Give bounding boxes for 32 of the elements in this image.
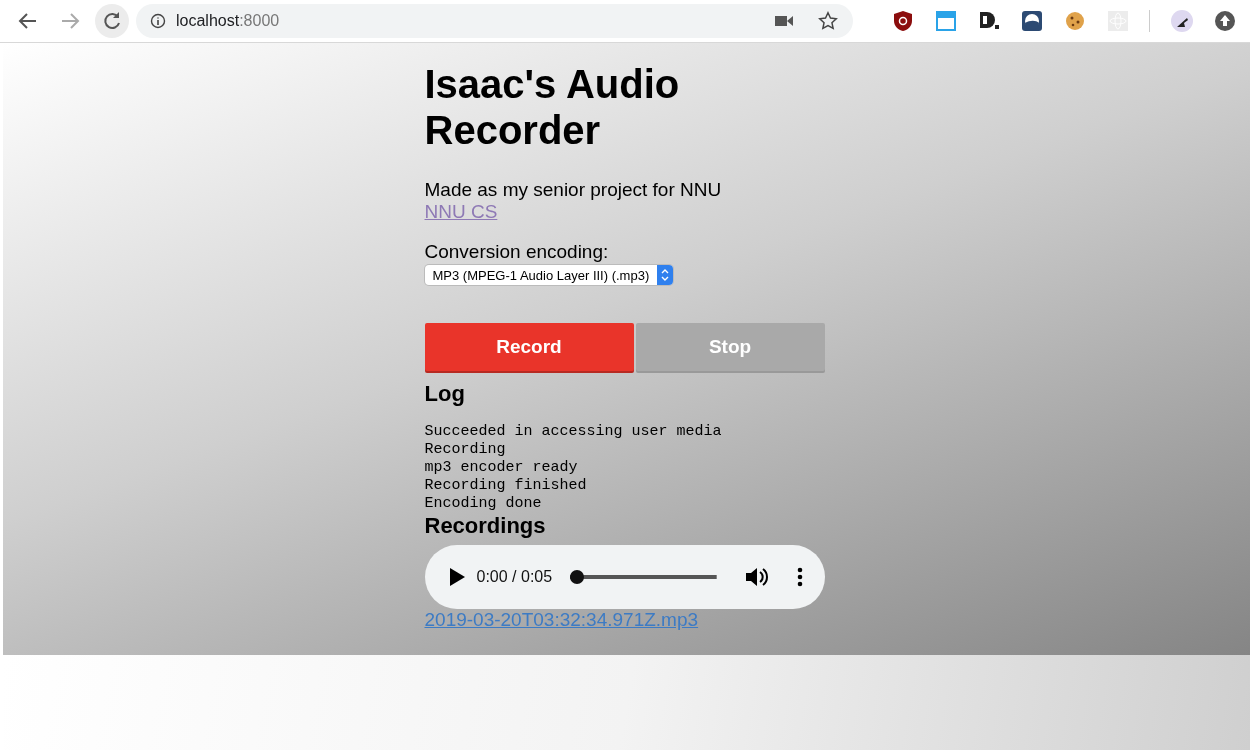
log-line: Succeeded in accessing user media (424, 423, 723, 441)
update-icon[interactable] (1214, 10, 1236, 32)
log-line: mp3 encoder ready (424, 459, 579, 477)
address-bar[interactable]: localhost:8000 (136, 4, 853, 38)
page-title: Isaac's Audio Recorder (424, 61, 681, 153)
log-line: Encoding done (424, 495, 543, 513)
subtitle: Made as my senior project for NNU (424, 179, 723, 201)
d-icon[interactable] (978, 10, 1000, 32)
more-icon[interactable] (796, 567, 803, 587)
address-text: localhost (176, 12, 240, 29)
play-icon[interactable] (448, 568, 465, 586)
star-icon[interactable] (817, 10, 839, 32)
shield-icon[interactable] (892, 10, 914, 32)
stepper-icon (657, 265, 674, 285)
encoding-select[interactable]: MP3 (MPEG-1 Audio Layer III) (.mp3) (424, 265, 674, 285)
address-port: :8000 (239, 12, 280, 29)
log-line: Recording (424, 441, 507, 459)
log-heading: Log (424, 381, 466, 407)
time-display: 0:00 / 0:05 (476, 568, 553, 586)
log-line: Recording finished (424, 477, 588, 495)
avatar-icon[interactable] (1171, 10, 1193, 32)
cookie-icon[interactable] (1064, 10, 1086, 32)
window-icon[interactable] (935, 10, 957, 32)
recordings-heading: Recordings (424, 513, 547, 539)
camera-icon[interactable] (775, 15, 793, 27)
record-button[interactable]: Record (424, 323, 634, 371)
info-icon (150, 13, 166, 29)
encoding-label: Conversion encoding: (424, 241, 610, 263)
volume-icon[interactable] (744, 566, 769, 588)
reload-icon[interactable] (94, 3, 130, 39)
nnu-cs-link[interactable]: NNU CS (424, 201, 498, 223)
seek-thumb[interactable] (570, 570, 585, 584)
